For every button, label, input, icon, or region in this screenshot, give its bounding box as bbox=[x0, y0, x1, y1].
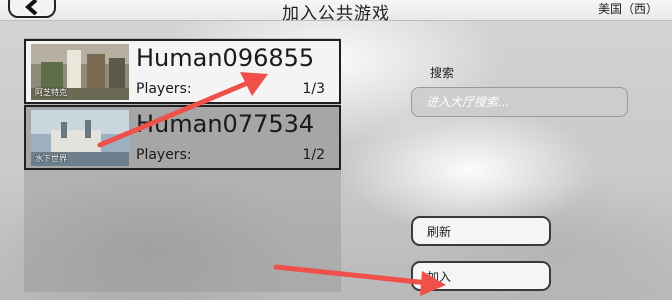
players-count: 1/2 bbox=[302, 147, 325, 163]
map-name: 水下世界 bbox=[35, 154, 67, 163]
players-label: Players: bbox=[136, 147, 192, 163]
players-count: 1/3 bbox=[302, 81, 325, 97]
game-list: 阿芝特克 Human096855 Players: 1/3 水下世界 Human… bbox=[24, 38, 341, 292]
lobby-search-input[interactable] bbox=[411, 87, 628, 117]
players-label: Players: bbox=[136, 81, 192, 97]
search-label: 搜索 bbox=[430, 66, 455, 80]
map-thumbnail: 水下世界 bbox=[31, 110, 129, 166]
map-name: 阿芝特克 bbox=[35, 88, 67, 97]
join-button[interactable]: 加入 bbox=[411, 261, 551, 291]
game-list-item[interactable]: 水下世界 Human077534 Players: 1/2 bbox=[24, 105, 341, 170]
top-bar: 加入公共游戏 美国（西） bbox=[0, 0, 672, 24]
refresh-button[interactable]: 刷新 bbox=[411, 216, 551, 246]
region-label: 美国（西） bbox=[597, 2, 658, 16]
game-name: Human077534 bbox=[136, 110, 315, 138]
game-list-item[interactable]: 阿芝特克 Human096855 Players: 1/3 bbox=[24, 39, 341, 104]
page-title: 加入公共游戏 bbox=[282, 4, 390, 24]
map-thumbnail: 阿芝特克 bbox=[31, 44, 129, 100]
game-name: Human096855 bbox=[136, 44, 315, 72]
